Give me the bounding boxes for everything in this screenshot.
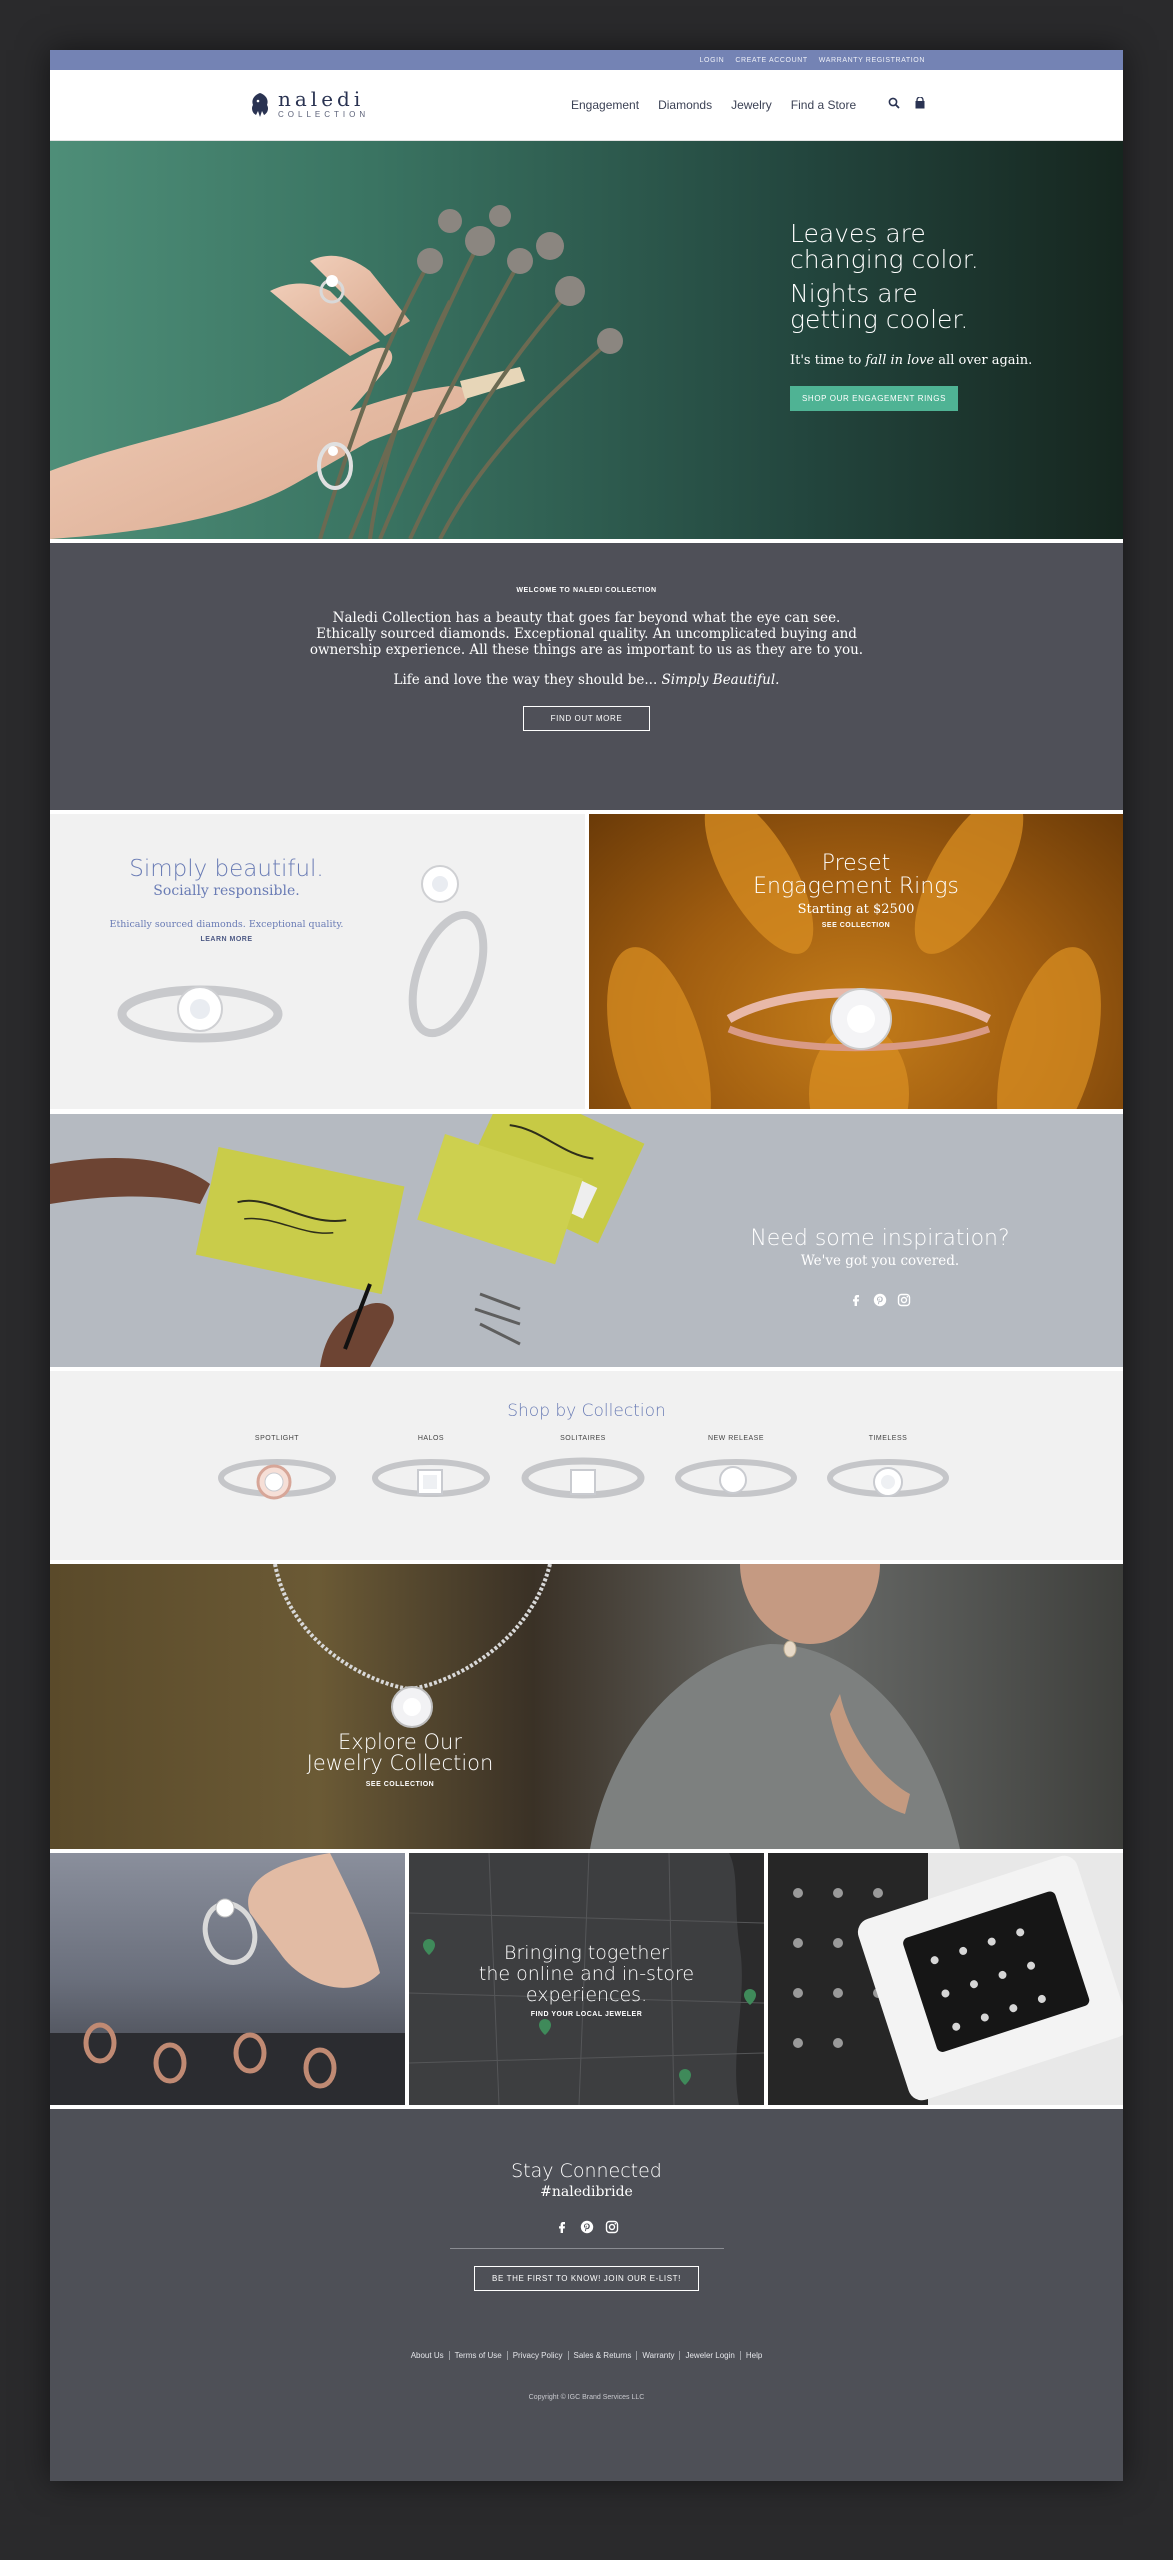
welcome-body: Naledi Collection has a beauty that goes… [309,610,864,658]
collection-label: SPOTLIGHT [254,1435,300,1442]
inspiration-banner: Need some inspiration? We've got you cov… [50,1114,1123,1367]
bringing-title-3: experiences. [525,1984,648,2006]
collection-new-release[interactable]: NEW RELEASE [671,1435,801,1517]
collection-timeless[interactable]: TIMELESS [823,1435,953,1517]
inspiration-title: Need some inspiration? [750,1226,1010,1251]
main-nav: Engagement Diamonds Jewelry Find a Store [571,98,856,112]
necklace-model-image [273,1564,960,1849]
find-out-more-button[interactable]: FIND OUT MORE [522,706,651,731]
footer-links: About Us Terms of Use Privacy Policy Sal… [50,2351,1123,2360]
shop-by-collection: Shop by Collection SPOTLIGHT HALOS SOLIT… [50,1371,1123,1560]
instagram-icon[interactable] [897,1293,911,1307]
warranty-registration-link[interactable]: WARRANTY REGISTRATION [819,57,925,64]
bringing-title-2: the online and in-store [478,1963,695,1985]
hero-banner: Leaves are changing color. Nights are ge… [50,141,1123,539]
pinterest-icon[interactable] [580,2220,594,2234]
collection-title: Shop by Collection [507,1401,666,1421]
nav-engagement[interactable]: Engagement [571,98,639,112]
footer-hashtag: #naledibride [540,2184,633,2200]
preset-engagement-panel[interactable]: Preset Engagement Rings Starting at $250… [589,814,1123,1109]
logo-subtitle: COLLECTION [278,110,370,119]
solitaires-ring-image [521,1457,645,1499]
hero-headline-1: Leaves are changing color. [790,219,979,274]
footer-link-about-us[interactable]: About Us [406,2351,450,2360]
preset-title-2: Engagement Rings [753,874,959,899]
preset-copy: Preset Engagement Rings Starting at $250… [589,852,1123,929]
lion-crest-icon [252,92,268,117]
preset-title-1: Preset [821,851,891,876]
find-jeweler-panel[interactable]: Bringing together the online and in-stor… [409,1853,764,2105]
simply-beautiful-panel[interactable]: Simply beautiful. Socially responsible. … [50,814,585,1109]
utility-bar: LOGIN CREATE ACCOUNT WARRANTY REGISTRATI… [50,50,1123,70]
find-local-jeweler-link[interactable]: FIND YOUR LOCAL JEWELER [409,2011,764,2018]
halos-ring-image [372,1459,490,1497]
jewelry-see-collection-link[interactable]: SEE COLLECTION [250,1781,550,1788]
shop-engagement-rings-button[interactable]: SHOP OUR ENGAGEMENT RINGS [790,386,959,411]
collection-halos[interactable]: HALOS [366,1435,496,1517]
new-release-ring-image [675,1459,797,1497]
hero-body: It's time to fall in love all over again… [790,353,1033,368]
nav-find-a-store[interactable]: Find a Store [791,98,856,112]
bringing-copy: Bringing together the online and in-stor… [409,1942,764,2019]
simply-rings-image [117,865,488,1043]
preset-see-collection-link[interactable]: SEE COLLECTION [589,922,1123,929]
collection-label: TIMELESS [868,1435,908,1442]
join-elist-button[interactable]: BE THE FIRST TO KNOW! JOIN OUR E-LIST! [474,2266,699,2291]
hero-headline-2: Nights are getting cooler. [790,279,969,334]
ring-tray-image [50,1853,405,2105]
footer-link-help[interactable]: Help [741,2351,767,2360]
collection-label: NEW RELEASE [707,1435,765,1442]
inspiration-social-icons [730,1293,1030,1307]
welcome-tagline: Life and love the way they should be... … [393,672,780,688]
display-case-photo [768,1853,1123,2105]
jewelry-collection-banner[interactable]: Explore Our Jewelry Collection SEE COLLE… [50,1564,1123,1849]
pinterest-icon[interactable] [873,1293,887,1307]
jewelry-title-1: Explore Our [338,1730,462,1754]
nav-jewelry[interactable]: Jewelry [731,98,772,112]
ring-display-case-image [768,1853,1123,2105]
site-header: naledi COLLECTION Engagement Diamonds Je… [50,70,1123,141]
header-icons [888,97,926,109]
inspiration-subtitle: We've got you covered. [800,1253,960,1269]
collection-label: SOLITAIRES [560,1435,606,1442]
cart-icon[interactable] [914,97,926,109]
facebook-icon[interactable] [555,2220,569,2234]
search-icon[interactable] [888,97,900,109]
site-footer: Stay Connected #naledibride BE THE FIRST… [50,2109,1123,2481]
instagram-icon[interactable] [605,2220,619,2234]
footer-link-terms-of-use[interactable]: Terms of Use [450,2351,508,2360]
footer-title: Stay Connected [511,2160,662,2182]
facebook-icon[interactable] [849,1293,863,1307]
jewelry-copy: Explore Our Jewelry Collection SEE COLLE… [250,1730,550,1789]
ring-display-photo [50,1853,405,2105]
hero-copy: Leaves are changing color. Nights are ge… [790,221,1032,411]
footer-link-warranty[interactable]: Warranty [637,2351,681,2360]
footer-divider [449,2248,724,2249]
footer-link-jeweler-login[interactable]: Jeweler Login [680,2351,741,2360]
create-account-link[interactable]: CREATE ACCOUNT [735,57,807,64]
bringing-title-1: Bringing together [504,1942,669,1964]
footer-link-privacy-policy[interactable]: Privacy Policy [508,2351,569,2360]
page-frame: LOGIN CREATE ACCOUNT WARRANTY REGISTRATI… [50,50,1123,2481]
welcome-label: WELCOME TO NALEDI COLLECTION [516,587,657,594]
collection-label: HALOS [417,1435,445,1442]
preset-price: Starting at $2500 [797,902,915,917]
inspiration-copy: Need some inspiration? We've got you cov… [730,1226,1030,1307]
nav-diamonds[interactable]: Diamonds [658,98,712,112]
timeless-ring-image [827,1459,949,1497]
footer-social-icons [50,2220,1123,2234]
login-link[interactable]: LOGIN [700,57,725,64]
jewelry-title-2: Jewelry Collection [306,1751,494,1775]
welcome-section: WELCOME TO NALEDI COLLECTION Naledi Coll… [50,543,1123,810]
logo-name: naledi [278,87,365,111]
collection-spotlight[interactable]: SPOTLIGHT [212,1435,342,1517]
spotlight-ring-image [218,1459,336,1500]
footer-link-sales-returns[interactable]: Sales & Returns [569,2351,638,2360]
logo[interactable]: naledi COLLECTION [248,87,370,119]
collection-solitaires[interactable]: SOLITAIRES [518,1435,648,1517]
envelopes-calligraphy-image [50,1114,645,1367]
copyright-text: Copyright © IGC Brand Services LLC [528,2394,645,2401]
